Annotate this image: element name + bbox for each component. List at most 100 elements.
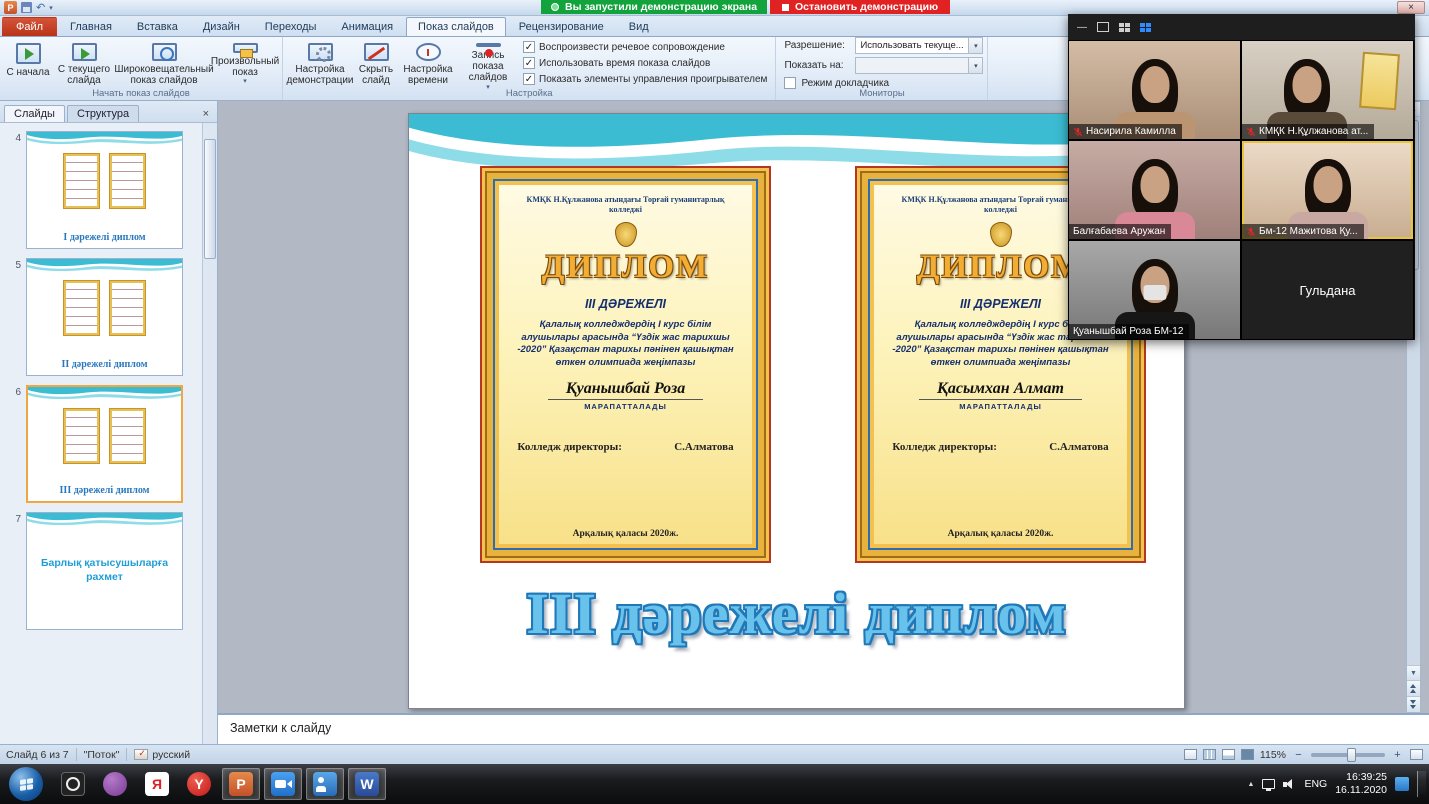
minimize-icon[interactable]: — (1077, 22, 1087, 33)
from-current-slide-button[interactable]: С текущего слайда (52, 39, 116, 87)
mini-diploma (109, 280, 146, 336)
zoom-slider-thumb[interactable] (1347, 748, 1356, 762)
diploma-awarded-label: МАРАПАТТАЛАДЫ (959, 402, 1042, 411)
setup-checkboxes: ✓ Воспроизвести речевое сопровождение ✓ … (519, 39, 771, 87)
participant-name: КМҚК Н.Құлжанова ат... (1259, 126, 1368, 137)
zoom-panel-toolbar: — (1068, 14, 1415, 40)
tab-home[interactable]: Главная (58, 17, 124, 36)
zoom-in-button[interactable]: + (1391, 748, 1404, 761)
check-icon: ✓ (525, 58, 533, 69)
save-icon[interactable] (21, 2, 32, 13)
zoom-video-tile[interactable]: Балғабаева Аружан (1068, 140, 1241, 240)
notes-pane[interactable]: Заметки к слайду (218, 713, 1429, 744)
checkbox-show-controls[interactable]: ✓ Показать элементы управления проигрыва… (523, 73, 767, 85)
taskbar-icon-meeting[interactable] (306, 768, 344, 800)
tab-review[interactable]: Рецензирование (507, 17, 616, 36)
mini-diploma (109, 408, 146, 464)
zoom-video-tile[interactable]: КМҚК Н.Құлжанова ат... (1241, 40, 1414, 140)
taskbar-icon-search[interactable] (54, 768, 92, 800)
sharing-indicator-icon (551, 3, 559, 11)
stop-sharing-button[interactable]: Остановить демонстрацию (770, 0, 950, 14)
panel-close-icon[interactable]: × (199, 108, 213, 122)
slide-sorter-view-icon[interactable] (1203, 749, 1216, 760)
zoom-video-tile[interactable]: Қуанышбай Роза БМ-12 (1068, 240, 1241, 340)
language-indicator[interactable]: русский (152, 749, 190, 761)
zoom-level: 115% (1260, 749, 1286, 761)
record-icon (476, 43, 501, 47)
tab-transitions[interactable]: Переходы (253, 17, 329, 36)
check-icon: ✓ (525, 42, 533, 53)
custom-show-button[interactable]: Произвольный показ ▾ (212, 39, 278, 87)
zoom-video-tile-no-video[interactable]: Гульдана (1241, 240, 1414, 340)
custom-show-icon (233, 43, 258, 53)
window-close-button[interactable]: × (1397, 1, 1425, 14)
slideshow-view-icon[interactable] (1241, 749, 1254, 760)
record-slideshow-button[interactable]: Запись показа слайдов ▾ (457, 39, 519, 87)
taskbar-icon-zoom[interactable] (264, 768, 302, 800)
setup-slideshow-button[interactable]: Настройка демонстрации (287, 39, 353, 87)
start-button[interactable] (9, 767, 43, 801)
notes-placeholder: Заметки к слайду (230, 721, 331, 735)
taskbar-icon-yandex-browser[interactable]: Y (180, 768, 218, 800)
spelling-check-icon[interactable]: ✓ (134, 749, 148, 760)
zoom-video-tile-active-speaker[interactable]: Бм-12 Мажитова Қу... (1241, 140, 1414, 240)
tab-insert[interactable]: Вставка (125, 17, 190, 36)
chevron-down-icon: ▾ (968, 58, 982, 73)
hidden-icons-chevron[interactable]: ▲ (1248, 781, 1255, 788)
hide-slide-button[interactable]: Скрыть слайд (353, 39, 399, 87)
muted-mic-icon (1246, 227, 1256, 237)
taskbar-icon-yandex[interactable]: Я (138, 768, 176, 800)
speaker-view-icon[interactable] (1097, 22, 1109, 32)
normal-view-icon[interactable] (1184, 749, 1197, 760)
rehearse-timings-button[interactable]: Настройка времени (399, 39, 457, 87)
taskbar-icon-app[interactable] (96, 768, 134, 800)
mini-diploma (63, 408, 100, 464)
network-icon[interactable] (1262, 779, 1275, 789)
qat-dropdown-icon[interactable]: ▾ (49, 4, 53, 12)
zoom-out-button[interactable]: − (1292, 748, 1305, 761)
previous-slide-button[interactable] (1407, 680, 1420, 696)
theme-name[interactable]: "Поток" (84, 749, 120, 761)
system-tray: ▲ ENG 16:39:25 16.11.2020 (1248, 771, 1429, 797)
tab-view[interactable]: Вид (617, 17, 661, 36)
scroll-down-icon[interactable]: ▼ (1407, 665, 1420, 680)
held-diploma (1359, 52, 1400, 110)
thumbnail-scrollbar[interactable] (202, 123, 217, 744)
reading-view-icon[interactable] (1222, 749, 1235, 760)
tab-design[interactable]: Дизайн (191, 17, 252, 36)
taskbar-clock[interactable]: 16:39:25 16.11.2020 (1335, 771, 1387, 797)
from-beginning-button[interactable]: С начала (4, 39, 52, 87)
volume-icon[interactable] (1283, 779, 1296, 790)
diploma-footer: Арқалық қаласы 2020ж. (573, 529, 679, 539)
checkbox-use-timings[interactable]: ✓ Использовать время показа слайдов (523, 57, 767, 69)
undo-icon[interactable]: ↶ (36, 3, 45, 13)
slide-thumbnail-7[interactable]: Барлық қатысушыларға рахмет (26, 512, 183, 630)
tab-slideshow[interactable]: Показ слайдов (406, 17, 506, 36)
next-slide-button[interactable] (1407, 696, 1420, 712)
fit-to-window-icon[interactable] (1410, 749, 1423, 760)
gallery-view-icon[interactable] (1119, 23, 1130, 32)
taskbar-icon-powerpoint[interactable]: P (222, 768, 260, 800)
keyboard-language[interactable]: ENG (1304, 778, 1327, 790)
slide-thumbnail-6-selected[interactable]: ІІІ дәрежелі диплом (26, 385, 183, 503)
grid-view-active-icon[interactable] (1140, 23, 1151, 32)
slide-thumbnail-4[interactable]: І дәрежелі диплом (26, 131, 183, 249)
notification-icon[interactable] (1395, 777, 1409, 791)
slide-thumbnail-5[interactable]: ІІ дәрежелі диплом (26, 258, 183, 376)
tab-file[interactable]: Файл (2, 17, 57, 36)
tab-animations[interactable]: Анимация (329, 17, 405, 36)
checkbox-play-narration[interactable]: ✓ Воспроизвести речевое сопровождение (523, 41, 767, 53)
tab-outline[interactable]: Структура (67, 105, 139, 122)
zoom-slider[interactable] (1311, 753, 1385, 757)
slide-wordart-title[interactable]: ІІІ дәрежелі диплом (409, 580, 1184, 647)
show-on-select[interactable]: ▾ (855, 57, 983, 74)
resolution-select[interactable]: Использовать текуще... ▾ (855, 37, 983, 54)
tab-slides-thumbnails[interactable]: Слайды (4, 105, 65, 122)
diploma-left[interactable]: КМҚК Н.Құлжанова атындағы Торғай гуманит… (480, 166, 771, 563)
taskbar-icon-word[interactable]: W (348, 768, 386, 800)
broadcast-slideshow-button[interactable]: Широковещательный показ слайдов (116, 39, 212, 87)
show-desktop-button[interactable] (1417, 771, 1426, 797)
scrollbar-thumb[interactable] (204, 139, 216, 259)
zoom-video-tile[interactable]: Насирила Камилла (1068, 40, 1241, 140)
director-label: Колледж директоры: (517, 441, 622, 453)
